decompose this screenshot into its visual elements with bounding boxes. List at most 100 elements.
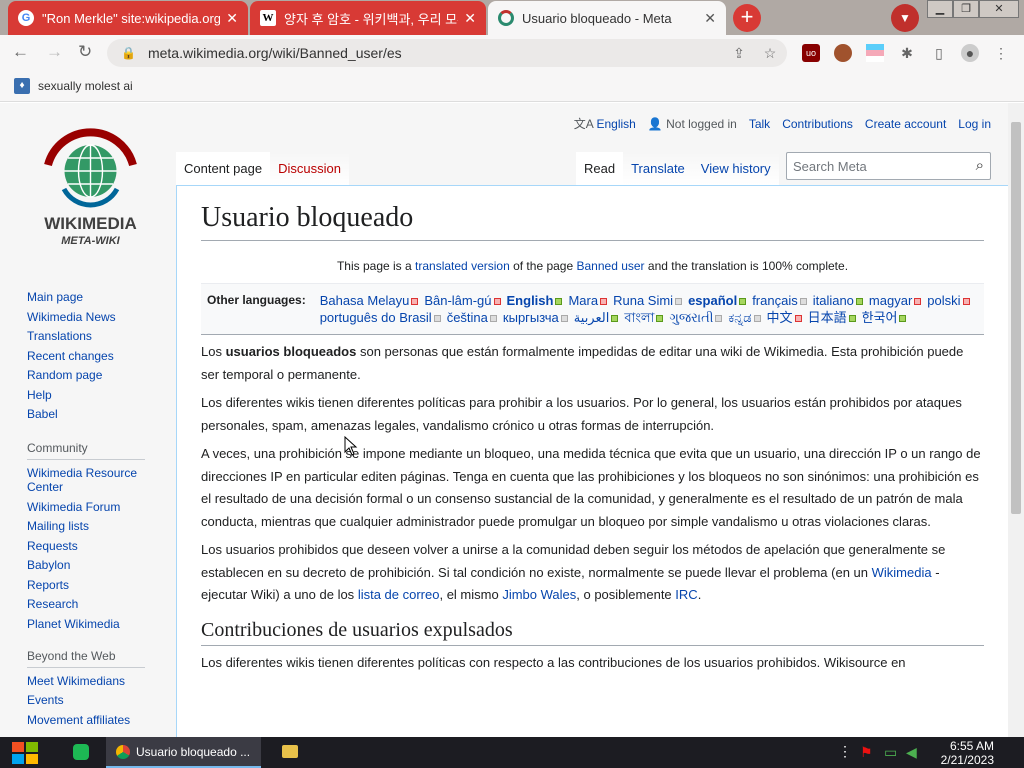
sidebar-item-mailing-lists[interactable]: Mailing lists (27, 519, 157, 533)
language-link[interactable]: Bahasa Melayu (320, 293, 419, 308)
reload-icon[interactable]: ↻ (78, 42, 92, 62)
other-languages-box: Other languages: Bahasa Melayu Bân-lâm-gú… (201, 283, 984, 335)
sidebar-item-babylon[interactable]: Babylon (27, 558, 157, 572)
create-account-link[interactable]: Create account (865, 117, 946, 131)
sidebar-item-wikimedia-news[interactable]: Wikimedia News (27, 310, 157, 324)
clock[interactable]: 6:55 AM 2/21/2023 (941, 739, 994, 767)
language-link[interactable]: Mara (568, 293, 608, 308)
article-body: Los usuarios bloqueados son personas que… (201, 341, 984, 674)
scrollbar-thumb[interactable] (1011, 122, 1021, 514)
search-input[interactable]: Search Meta ⌕ (786, 152, 991, 180)
language-name: кыргызча (502, 310, 559, 325)
close-tab-icon[interactable]: ✕ (226, 10, 238, 27)
bookmark-star-icon[interactable]: ☆ (761, 44, 779, 62)
sidebar-item-requests[interactable]: Requests (27, 539, 157, 553)
browser-tab-active[interactable]: Usuario bloqueado - Meta ✕ (488, 1, 726, 35)
sidebar-item-reports[interactable]: Reports (27, 578, 157, 592)
browser-tab[interactable]: W 양자 후 암호 - 위키백과, 우리 모두의 ✕ (250, 1, 486, 35)
banned-user-link[interactable]: Banned user (577, 259, 645, 273)
tab-search-button[interactable]: ▼ (891, 4, 919, 32)
language-link[interactable]: বাংলা (624, 310, 664, 325)
folder-icon[interactable] (282, 745, 298, 758)
menu-dots-icon[interactable]: ⋮ (992, 44, 1010, 62)
language-link[interactable]: français (752, 293, 807, 308)
extensions-puzzle-icon[interactable]: ✱ (898, 44, 916, 62)
sidebar-item-translations[interactable]: Translations (27, 329, 157, 343)
language-name: español (688, 293, 738, 308)
wikimedia-link[interactable]: Wikimedia (872, 565, 932, 580)
extension-avatar-icon[interactable] (834, 44, 852, 62)
language-link[interactable]: español (688, 293, 747, 308)
language-link[interactable]: ಕನ್ನಡ (728, 310, 761, 325)
translated-version-link[interactable]: translated version (415, 259, 510, 273)
close-tab-icon[interactable]: ✕ (704, 10, 716, 27)
language-link[interactable]: English (596, 117, 635, 131)
wikimedia-logo[interactable]: WIKIMEDIA META-WIKI (28, 125, 153, 250)
tab-discussion[interactable]: Discussion (270, 152, 349, 185)
sidebar-item-resource-center[interactable]: Wikimedia Resource Center (27, 466, 157, 494)
sidebar-item-main-page[interactable]: Main page (27, 290, 157, 304)
new-tab-button[interactable]: + (733, 4, 761, 32)
language-link[interactable]: Bân-lâm-gú (424, 293, 501, 308)
restore-button[interactable]: ❐ (953, 0, 979, 18)
sidebar-item-events[interactable]: Events (27, 693, 157, 707)
language-link[interactable]: 한국어 (862, 310, 907, 325)
close-window-button[interactable]: ✕ (979, 0, 1019, 18)
network-icon[interactable]: ▭ (884, 744, 897, 761)
spotify-icon[interactable] (73, 744, 89, 760)
overflow-dots-icon[interactable]: ⋮ (838, 743, 852, 760)
share-icon[interactable]: ⇪ (730, 44, 748, 62)
profile-icon[interactable]: ● (961, 44, 979, 62)
language-link[interactable]: português do Brasil (320, 310, 441, 325)
minimize-button[interactable]: ▁ (927, 0, 953, 18)
talk-link[interactable]: Talk (749, 117, 770, 131)
sidebar-item-meet-wikimedians[interactable]: Meet Wikimedians (27, 674, 157, 688)
language-link[interactable]: ગુજરાતી (669, 310, 723, 325)
language-link[interactable]: čeština (447, 310, 497, 325)
volume-icon[interactable]: ◀ (906, 744, 917, 761)
sidebar-item-movement-affiliates[interactable]: Movement affiliates (27, 713, 157, 727)
windows-start-icon[interactable] (10, 740, 40, 766)
back-icon[interactable]: ← (12, 42, 29, 62)
text: , el mismo (439, 587, 499, 602)
browser-tab[interactable]: G "Ron Merkle" site:wikipedia.org ✕ (8, 1, 248, 35)
flag-extension-icon[interactable] (866, 44, 884, 62)
login-link[interactable]: Log in (958, 117, 991, 131)
language-link[interactable]: кыргызча (503, 310, 568, 325)
language-selector[interactable]: 文A English (574, 115, 636, 132)
tab-content-page[interactable]: Content page (176, 152, 271, 185)
language-name: English (506, 293, 554, 308)
close-tab-icon[interactable]: ✕ (464, 10, 476, 27)
sidebar-item-planet-wikimedia[interactable]: Planet Wikimedia (27, 617, 157, 631)
jimbo-wales-link[interactable]: Jimbo Wales (502, 587, 576, 602)
bookmark-item[interactable]: sexually molest ai (38, 79, 133, 93)
ublock-icon[interactable]: uo (802, 44, 820, 62)
contributions-link[interactable]: Contributions (782, 117, 853, 131)
taskbar-chrome-app[interactable]: Usuario bloqueado ... (106, 737, 261, 768)
language-link[interactable]: 中文 (767, 310, 802, 325)
forward-icon[interactable]: → (46, 42, 63, 62)
sidebar-item-research[interactable]: Research (27, 597, 157, 611)
flag-icon[interactable]: ⚑ (860, 744, 873, 761)
sidebar-item-help[interactable]: Help (27, 388, 157, 402)
side-panel-icon[interactable]: ▯ (930, 44, 948, 62)
irc-link[interactable]: IRC (675, 587, 697, 602)
sidebar-item-babel[interactable]: Babel (27, 407, 157, 421)
tab-translate[interactable]: Translate (623, 152, 693, 185)
language-link[interactable]: polski (927, 293, 970, 308)
sidebar-item-forum[interactable]: Wikimedia Forum (27, 500, 157, 514)
tab-view-history[interactable]: View history (692, 152, 779, 185)
translation-text: This page is a (336, 259, 412, 273)
tab-read[interactable]: Read (576, 152, 624, 185)
sidebar-item-random-page[interactable]: Random page (27, 368, 157, 382)
language-link[interactable]: magyar (869, 293, 922, 308)
search-icon[interactable]: ⌕ (976, 157, 984, 174)
language-link[interactable]: العربية (574, 310, 619, 325)
language-link[interactable]: Runa Simi (613, 293, 683, 308)
language-link[interactable]: 日本語 (808, 310, 856, 325)
language-link[interactable]: English (507, 293, 563, 308)
sidebar-item-recent-changes[interactable]: Recent changes (27, 349, 157, 363)
mailing-list-link[interactable]: lista de correo (358, 587, 440, 602)
language-link[interactable]: italiano (813, 293, 863, 308)
address-bar[interactable]: 🔒 meta.wikimedia.org/wiki/Banned_user/es (107, 39, 787, 67)
